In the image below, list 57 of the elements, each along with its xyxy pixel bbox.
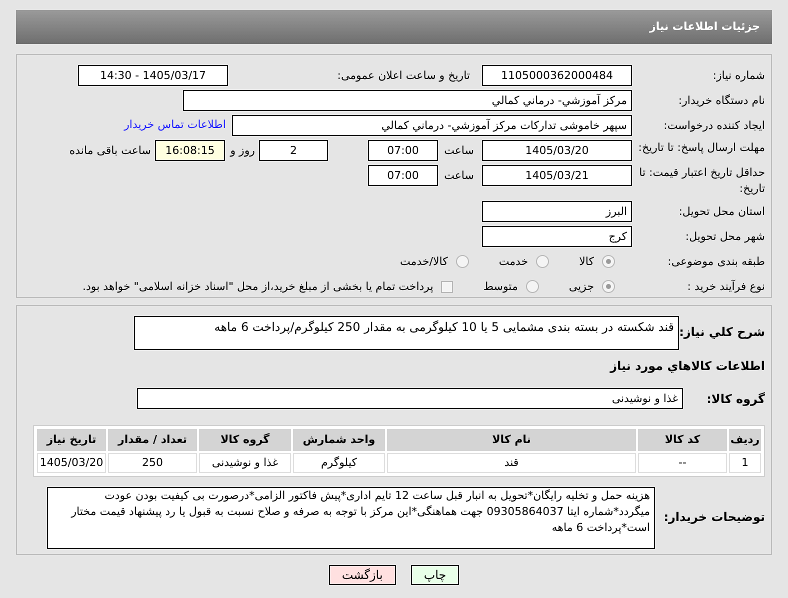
column-header: ردیف [729,429,761,451]
print-button[interactable]: چاپ [410,565,460,585]
validity-date-field: 1405/03/21 [482,165,632,186]
group-field: غذا و نوشیدنی [137,388,683,409]
table-cell: -- [638,453,727,473]
table-cell: غذا و نوشیدنی [199,453,291,473]
radio-label: خدمت [498,254,528,270]
column-header: نام کالا [387,429,636,451]
field-label: ایجاد کننده درخواست: [662,118,765,134]
section-title: اطلاعات کالاهاي مورد نياز [608,358,765,374]
announce-date-field: 1405/03/17 - 14:30 [78,65,228,86]
table-cell: 250 [108,453,197,473]
field-label: طبقه بندی موضوعی: [666,254,765,270]
creator-field: سپهر خاموشی تدارکات مرکز آموزشي- درماني کمالي [232,115,632,136]
column-header: کد کالا [638,429,727,451]
description-textarea[interactable]: قند شکسته در بسته بندی مشمایی 5 یا 10 کیلوگرمی به مقدار 250 کیلوگرم/پرداخت 6 ماهه [134,316,679,350]
time-label: ساعت [443,168,474,184]
field-label: نام دستگاه خریدار: [677,92,765,108]
radio-label: کالا [579,254,594,270]
field-label: شماره نیاز: [712,68,765,84]
deadline-time-field: 07:00 [368,140,438,161]
table-cell: قند [387,453,636,473]
radio-label: جزیی [568,278,594,294]
time-label: ساعت [443,143,474,159]
table-cell: کیلوگرم [293,453,385,473]
column-header: واحد شمارش [293,429,385,451]
field-label: شرح کلي نياز: [679,324,765,340]
page-title: جزئیات اطلاعات نیاز [650,18,760,35]
column-header: گروه کالا [199,429,291,451]
days-label: روز و [228,143,255,159]
buyer-org-field: مرکز آموزشي- درماني کمالي [183,90,632,111]
deadline-date-field: 1405/03/20 [482,140,632,161]
notes-textarea[interactable]: هزینه حمل و تخلیه رایگان*تحویل به انبار قبل ساعت 12 تایم اداری*پیش فاکتور الزامی*درصورت بی کیفیت بودن عودت میگردد*شماره ایتا 09305864037 جهت هماهنگی*این مرکز با توجه به صرفه و صلاح نسبت به قبول یا رد پیشنهاد قیمت مختار است*پرداخت 6 ماهه [47,487,655,549]
field-label: نوع فرآیند خرید : [686,278,765,294]
back-button[interactable]: بازگشت [328,565,396,585]
table-cell: 1 [729,453,761,473]
field-label: استان محل تحویل: [678,204,765,220]
field-label: توضیحات خریدار: [662,509,765,525]
province-field: البرز [482,201,632,222]
buyer-contact-link[interactable]: اطلاعات تماس خریدار [124,117,226,134]
field-label: گروه کالا: [706,390,765,406]
radio-label: کالا/خدمت [400,254,448,270]
remaining-time-field: 16:08:15 [155,140,225,161]
need-number-field: 1105000362000484 [482,65,632,86]
field-label: تاریخ و ساعت اعلان عمومی: [336,68,470,84]
treasury-note: پرداخت تمام یا بخشی از مبلغ خرید،از محل "اسناد خزانه اسلامی" خواهد بود. [82,278,434,294]
field-label: حداقل تاریخ اعتبار قیمت: تا تاریخ: [638,165,765,197]
column-header: تعداد / مقدار [108,429,197,451]
validity-time-field: 07:00 [368,165,438,186]
table-cell: 1405/03/20 [37,453,106,473]
field-label: مهلت ارسال پاسخ: تا تاریخ: [637,140,765,156]
radio-label: متوسط [483,278,518,294]
days-field: 2 [259,140,328,161]
field-label: شهر محل تحویل: [684,228,765,244]
city-field: کرج [482,226,632,247]
remaining-label: ساعت باقی مانده [69,143,151,159]
column-header: تاریخ نیاز [37,429,106,451]
